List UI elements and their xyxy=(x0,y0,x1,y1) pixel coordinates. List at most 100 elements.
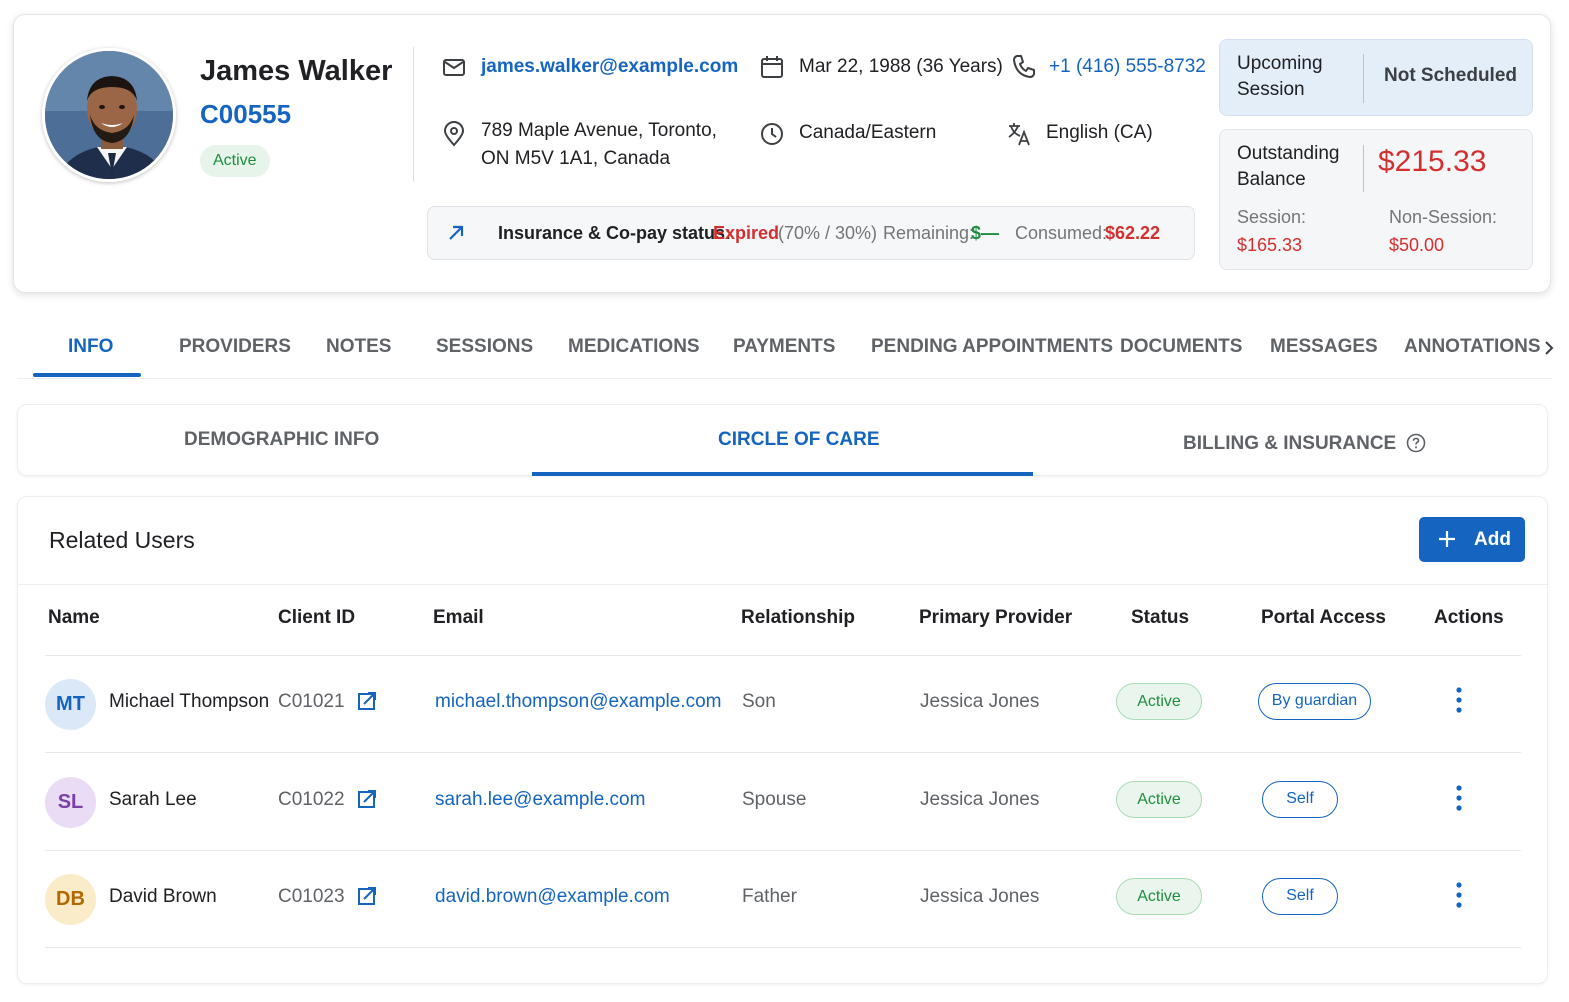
row-divider xyxy=(45,947,1521,948)
insurance-remaining-value: $— xyxy=(971,223,1000,243)
column-header-email: Email xyxy=(433,607,484,628)
upcoming-session-card: Upcoming Session Not Scheduled xyxy=(1219,39,1533,116)
balance-label-line2: Balance xyxy=(1237,169,1306,190)
related-users-title: Related Users xyxy=(49,527,195,553)
tab-messages[interactable]: MESSAGES xyxy=(1270,336,1378,358)
balance-non-session-label: Non-Session: xyxy=(1389,207,1498,227)
client-address-line1: 789 Maple Avenue, Toronto, xyxy=(481,120,717,141)
user-name: David Brown xyxy=(109,886,217,907)
subtab-demographic-info[interactable]: DEMOGRAPHIC INFO xyxy=(184,429,379,451)
open-external-icon[interactable] xyxy=(357,789,377,809)
client-language: English (CA) xyxy=(1046,122,1153,143)
client-code[interactable]: C00555 xyxy=(200,99,291,130)
client-email[interactable]: james.walker@example.com xyxy=(481,56,738,77)
user-initials-avatar: DB xyxy=(45,874,96,925)
status-badge: Active xyxy=(1116,781,1202,818)
upcoming-label-line1: Upcoming xyxy=(1237,53,1323,74)
phone-icon xyxy=(1013,55,1035,78)
add-button-label: Add xyxy=(1474,529,1511,550)
table-row[interactable]: SL Sarah Lee C01022 sarah.lee@example.co… xyxy=(18,753,1549,850)
tab-info[interactable]: INFO xyxy=(68,336,113,358)
user-email-link[interactable]: david.brown@example.com xyxy=(435,886,670,908)
user-email-link[interactable]: michael.thompson@example.com xyxy=(435,691,721,713)
status-badge: Active xyxy=(1116,683,1202,720)
open-external-icon[interactable] xyxy=(357,691,377,711)
insurance-consumed-label: Consumed: xyxy=(1015,223,1108,243)
balance-divider xyxy=(1363,145,1364,192)
column-header-portal-access: Portal Access xyxy=(1261,607,1386,628)
active-tab-indicator xyxy=(33,373,141,377)
client-header-card: James Walker C00555 Active james.walker@… xyxy=(13,14,1551,293)
upcoming-label-line2: Session xyxy=(1237,79,1305,100)
client-phone[interactable]: +1 (416) 555-8732 xyxy=(1049,56,1206,77)
portal-access-badge[interactable]: Self xyxy=(1262,781,1338,818)
tab-medications[interactable]: MEDICATIONS xyxy=(568,336,700,358)
main-tab-bar: INFO PROVIDERS NOTES SESSIONS MEDICATION… xyxy=(17,322,1554,379)
help-circle-icon[interactable] xyxy=(1406,433,1426,453)
translate-icon xyxy=(1008,123,1030,146)
tab-pending-appointments[interactable]: PENDING APPOINTMENTS xyxy=(871,336,1113,358)
client-phone-link[interactable]: +1 (416) 555-8732 xyxy=(1049,53,1206,81)
insurance-label: Insurance & Co-pay status: xyxy=(498,223,732,243)
upcoming-session-label: Upcoming Session xyxy=(1237,51,1323,103)
client-address: 789 Maple Avenue, Toronto, ON M5V 1A1, C… xyxy=(481,117,717,173)
upcoming-divider xyxy=(1363,54,1364,103)
client-email-link[interactable]: james.walker@example.com xyxy=(481,53,738,81)
chevron-right-icon[interactable] xyxy=(1541,338,1557,358)
outstanding-balance-card: Outstanding Balance $215.33 Session: $16… xyxy=(1219,129,1533,270)
tab-documents[interactable]: DOCUMENTS xyxy=(1120,336,1242,358)
user-primary-provider: Jessica Jones xyxy=(920,886,1040,907)
tab-payments[interactable]: PAYMENTS xyxy=(733,336,835,358)
user-email-link[interactable]: sarah.lee@example.com xyxy=(435,789,645,811)
table-row[interactable]: MT Michael Thompson C01021 michael.thomp… xyxy=(18,655,1549,752)
user-relationship: Father xyxy=(742,886,797,907)
user-client-id: C01022 xyxy=(278,789,345,810)
insurance-consumed-value: $62.22 xyxy=(1105,223,1161,243)
column-header-relationship: Relationship xyxy=(741,607,856,628)
column-header-name: Name xyxy=(48,607,100,628)
balance-label: Outstanding Balance xyxy=(1237,141,1339,193)
insurance-status-bar[interactable]: Insurance & Co-pay status: Expired (70% … xyxy=(427,206,1195,260)
column-header-primary-provider: Primary Provider xyxy=(919,607,1073,628)
user-primary-provider: Jessica Jones xyxy=(920,789,1040,810)
active-subtab-indicator xyxy=(532,472,1033,476)
user-relationship: Son xyxy=(742,691,776,712)
table-row[interactable]: DB David Brown C01023 david.brown@exampl… xyxy=(18,850,1549,947)
portal-access-badge[interactable]: Self xyxy=(1262,878,1338,915)
user-initials-avatar: SL xyxy=(45,777,96,828)
subtab-circle-of-care[interactable]: CIRCLE OF CARE xyxy=(718,429,880,451)
calendar-icon xyxy=(761,56,783,78)
sub-tab-bar: DEMOGRAPHIC INFO CIRCLE OF CARE BILLING … xyxy=(17,404,1548,476)
portal-access-badge[interactable]: By guardian xyxy=(1258,683,1371,720)
column-header-client-id: Client ID xyxy=(278,607,356,628)
subtab-billing-insurance[interactable]: BILLING & INSURANCE xyxy=(1183,429,1425,455)
insurance-remaining-label: Remaining: xyxy=(883,223,975,243)
column-header-status: Status xyxy=(1131,607,1190,628)
location-pin-icon xyxy=(443,121,465,147)
tab-sessions[interactable]: SESSIONS xyxy=(436,336,533,358)
insurance-ratio: (70% / 30%) xyxy=(778,223,878,243)
more-actions-icon[interactable] xyxy=(1452,685,1466,715)
balance-non-session-value: $50.00 xyxy=(1389,235,1445,255)
user-name: Michael Thompson xyxy=(109,691,270,712)
tab-providers[interactable]: PROVIDERS xyxy=(179,336,291,358)
upcoming-session-value: Not Scheduled xyxy=(1384,65,1518,86)
mail-icon xyxy=(443,59,465,76)
client-photo-illustration xyxy=(45,51,173,179)
client-name: James Walker xyxy=(200,55,393,87)
user-primary-provider: Jessica Jones xyxy=(920,691,1040,712)
balance-label-line1: Outstanding xyxy=(1237,143,1340,164)
add-related-user-button[interactable]: Add xyxy=(1419,517,1525,562)
user-initials-avatar: MT xyxy=(45,679,96,730)
more-actions-icon[interactable] xyxy=(1452,880,1466,910)
tab-annotations[interactable]: ANNOTATIONS xyxy=(1404,336,1541,358)
more-actions-icon[interactable] xyxy=(1452,783,1466,813)
open-external-icon[interactable] xyxy=(357,886,377,906)
client-address-line2: ON M5V 1A1, Canada xyxy=(481,148,671,169)
status-badge: Active xyxy=(1116,878,1202,915)
client-avatar xyxy=(42,48,176,182)
tab-notes[interactable]: NOTES xyxy=(326,336,391,358)
header-divider xyxy=(413,47,414,181)
balance-session-value: $165.33 xyxy=(1237,235,1303,255)
subtab-billing-label: BILLING & INSURANCE xyxy=(1183,433,1397,454)
